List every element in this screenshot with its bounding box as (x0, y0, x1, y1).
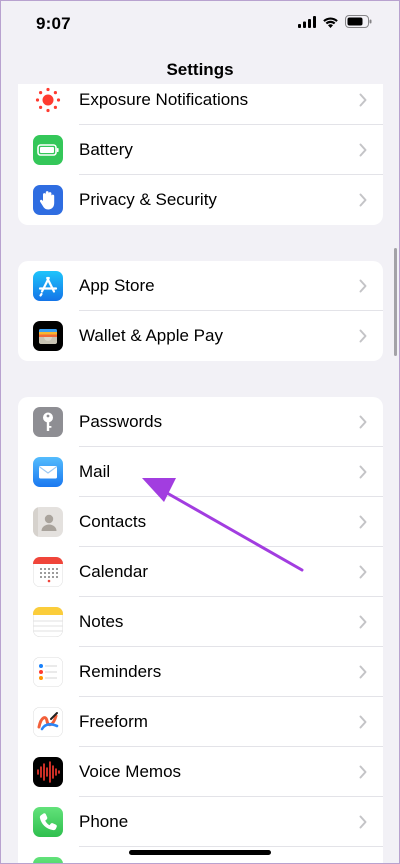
settings-row-calendar[interactable]: Calendar (18, 547, 383, 597)
settings-row-privacy-security[interactable]: Privacy & Security (18, 175, 383, 225)
settings-group-system: Exposure Notifications Battery Privacy &… (18, 84, 383, 225)
settings-row-label: Notes (79, 612, 124, 631)
chevron-right-icon (359, 193, 367, 212)
settings-row-label: Battery (79, 140, 133, 159)
chevron-right-icon (359, 815, 367, 834)
page-title: Settings (166, 60, 234, 79)
battery-status-icon (345, 15, 372, 33)
settings-row-label: Passwords (79, 412, 163, 431)
settings-row-label: Contacts (79, 512, 147, 531)
settings-row-battery[interactable]: Battery (18, 125, 383, 175)
battery-icon (33, 135, 63, 165)
chevron-right-icon (359, 93, 367, 112)
freeform-icon (33, 707, 63, 737)
settings-row-passwords[interactable]: Passwords (18, 397, 383, 447)
settings-row-notes[interactable]: Notes (18, 597, 383, 647)
scroll-indicator[interactable] (394, 248, 397, 356)
settings-row-label: Privacy & Security (79, 190, 217, 209)
chevron-right-icon (359, 465, 367, 484)
messages-icon (33, 857, 63, 864)
voice-memos-icon (33, 757, 63, 787)
calendar-icon (33, 557, 63, 587)
chevron-right-icon (359, 279, 367, 298)
chevron-right-icon (359, 615, 367, 634)
wifi-icon (322, 15, 339, 33)
chevron-right-icon (359, 665, 367, 684)
chevron-right-icon (359, 515, 367, 534)
contacts-icon (33, 507, 63, 537)
chevron-right-icon (359, 143, 367, 162)
settings-group-apps: Passwords Mail Contacts Calendar Notes R… (18, 397, 383, 864)
wallet-icon (33, 321, 63, 351)
settings-row-label: Calendar (79, 562, 148, 581)
status-icons (298, 15, 372, 33)
settings-row-label: Freeform (79, 712, 148, 731)
settings-group-store: App Store Wallet & Apple Pay (18, 261, 383, 361)
chevron-right-icon (359, 715, 367, 734)
mail-icon (33, 457, 63, 487)
privacy-hand-icon (33, 185, 63, 215)
settings-row-phone[interactable]: Phone (18, 797, 383, 847)
exposure-notifications-icon (33, 85, 63, 115)
status-time: 9:07 (36, 14, 71, 33)
settings-row-label: Reminders (79, 662, 162, 681)
chevron-right-icon (359, 565, 367, 584)
settings-row-freeform[interactable]: Freeform (18, 697, 383, 747)
chevron-right-icon (359, 329, 367, 348)
chevron-right-icon (359, 765, 367, 784)
settings-row-label: Voice Memos (79, 762, 182, 781)
settings-row-label: Phone (79, 812, 129, 831)
notes-icon (33, 607, 63, 637)
settings-row-label: Mail (79, 462, 111, 481)
key-icon (33, 407, 63, 437)
settings-row-mail[interactable]: Mail (18, 447, 383, 497)
settings-row-label: Exposure Notifications (79, 90, 249, 109)
settings-row-label: App Store (79, 276, 155, 295)
app-store-icon (33, 271, 63, 301)
settings-row-voice-memos[interactable]: Voice Memos (18, 747, 383, 797)
settings-row-app-store[interactable]: App Store (18, 261, 383, 311)
cellular-signal-icon (298, 15, 316, 33)
status-bar: 9:07 (0, 0, 400, 48)
settings-row-label: Wallet & Apple Pay (79, 326, 223, 345)
phone-icon (33, 807, 63, 837)
settings-row-exposure-notifications[interactable]: Exposure Notifications (18, 84, 383, 125)
chevron-right-icon (359, 415, 367, 434)
home-indicator[interactable] (129, 850, 271, 855)
settings-row-wallet[interactable]: Wallet & Apple Pay (18, 311, 383, 361)
settings-row-reminders[interactable]: Reminders (18, 647, 383, 697)
settings-row-contacts[interactable]: Contacts (18, 497, 383, 547)
reminders-icon (33, 657, 63, 687)
settings-list[interactable]: Exposure Notifications Battery Privacy &… (0, 84, 400, 864)
